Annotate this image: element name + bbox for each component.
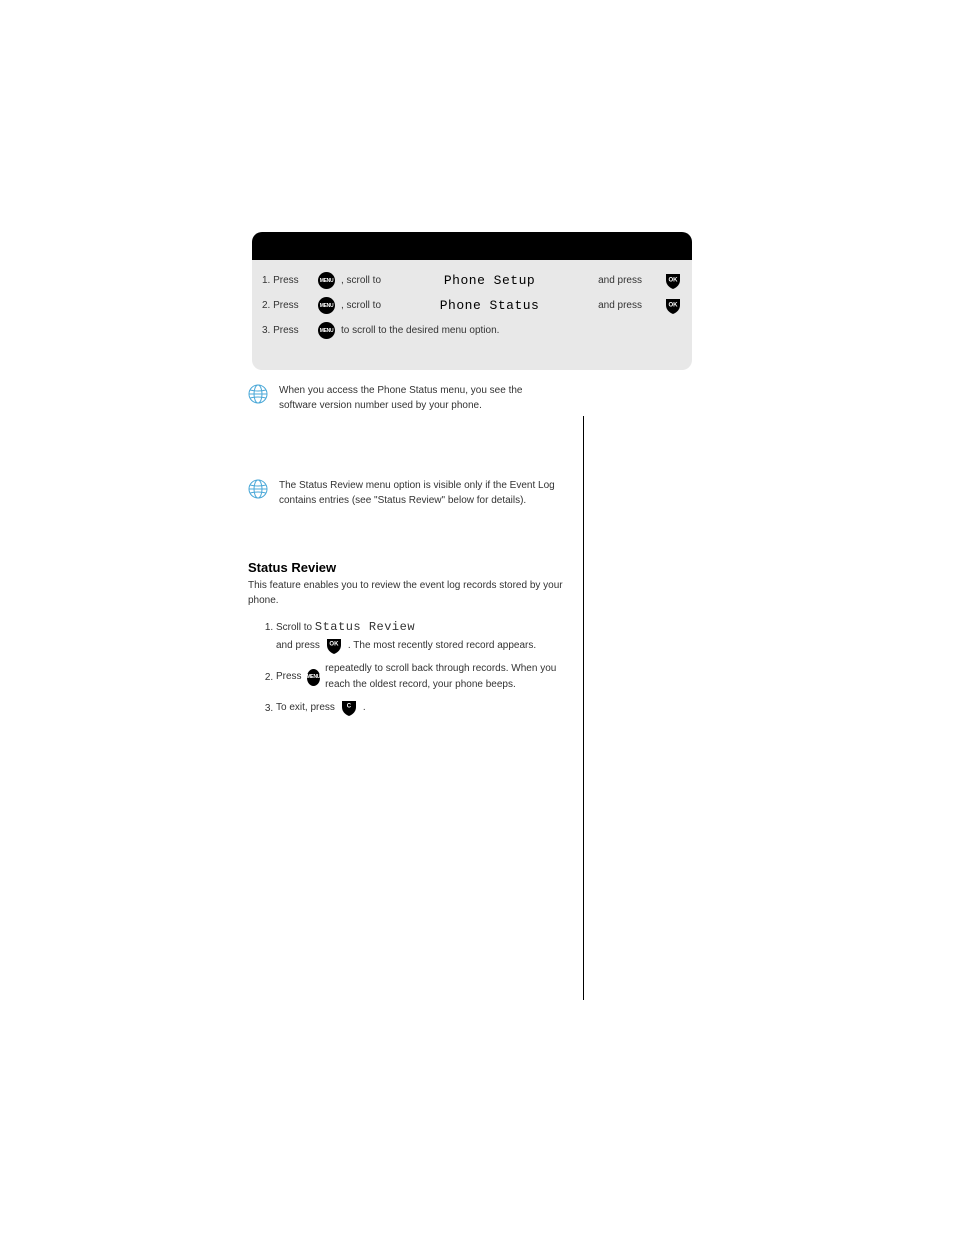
ok-icon: OK (664, 297, 682, 315)
step-text: Scroll to (276, 622, 312, 633)
menu-icon: MENU (318, 322, 335, 339)
section-intro: This feature enables you to review the e… (248, 578, 578, 608)
step-text: To exit, press (276, 700, 335, 716)
review-label: Status Review (315, 620, 415, 634)
review-step-3: To exit, press C . (276, 699, 578, 717)
note-text: When you access the Phone Status menu, y… (279, 383, 559, 413)
menu-icon: MENU (318, 272, 335, 289)
step-text: , scroll to (341, 275, 381, 286)
nav-step-3: 3. Press MENU to scroll to the desired m… (252, 318, 692, 343)
menu-icon: MENU (307, 669, 321, 686)
note-text: The Status Review menu option is visible… (279, 478, 559, 508)
ok-icon: OK (664, 272, 682, 290)
menu-icon: MENU (318, 297, 335, 314)
globe-icon (247, 478, 269, 500)
nav-step-1: 1. Press MENU , scroll to Phone Setup an… (252, 268, 692, 293)
step-text: repeatedly to scroll back through record… (325, 661, 578, 693)
review-step-1: Scroll to Status Review and press OK . T… (276, 618, 578, 655)
step-text: . (363, 700, 366, 716)
step-text: and press (598, 300, 642, 311)
review-step-2: Press MENU repeatedly to scroll back thr… (276, 661, 578, 693)
nav-step-2: 2. Press MENU , scroll to Phone Status a… (252, 293, 692, 318)
step-number: 2. Press (262, 300, 318, 311)
step-text: and press (276, 638, 320, 654)
nav-menu-label: Phone Setup (381, 273, 598, 288)
note-globe-2: The Status Review menu option is visible… (247, 478, 559, 508)
step-number: 3. Press (262, 325, 318, 336)
nav-box-header (252, 232, 692, 260)
step-text: Press (276, 669, 302, 685)
review-steps: Scroll to Status Review and press OK . T… (258, 618, 578, 723)
step-text: . The most recently stored record appear… (348, 638, 536, 654)
clear-icon: C (340, 699, 358, 717)
column-divider (583, 416, 584, 1000)
section-heading: Status Review (248, 560, 336, 575)
ok-icon: OK (325, 637, 343, 655)
nav-menu-label: Phone Status (381, 298, 598, 313)
note-globe-1: When you access the Phone Status menu, y… (247, 383, 559, 413)
navigation-steps-box: 1. Press MENU , scroll to Phone Setup an… (252, 232, 692, 370)
step-text: and press (598, 275, 642, 286)
step-text: , scroll to (341, 300, 381, 311)
globe-icon (247, 383, 269, 405)
step-number: 1. Press (262, 275, 318, 286)
step-text: to scroll to the desired menu option. (341, 325, 642, 336)
